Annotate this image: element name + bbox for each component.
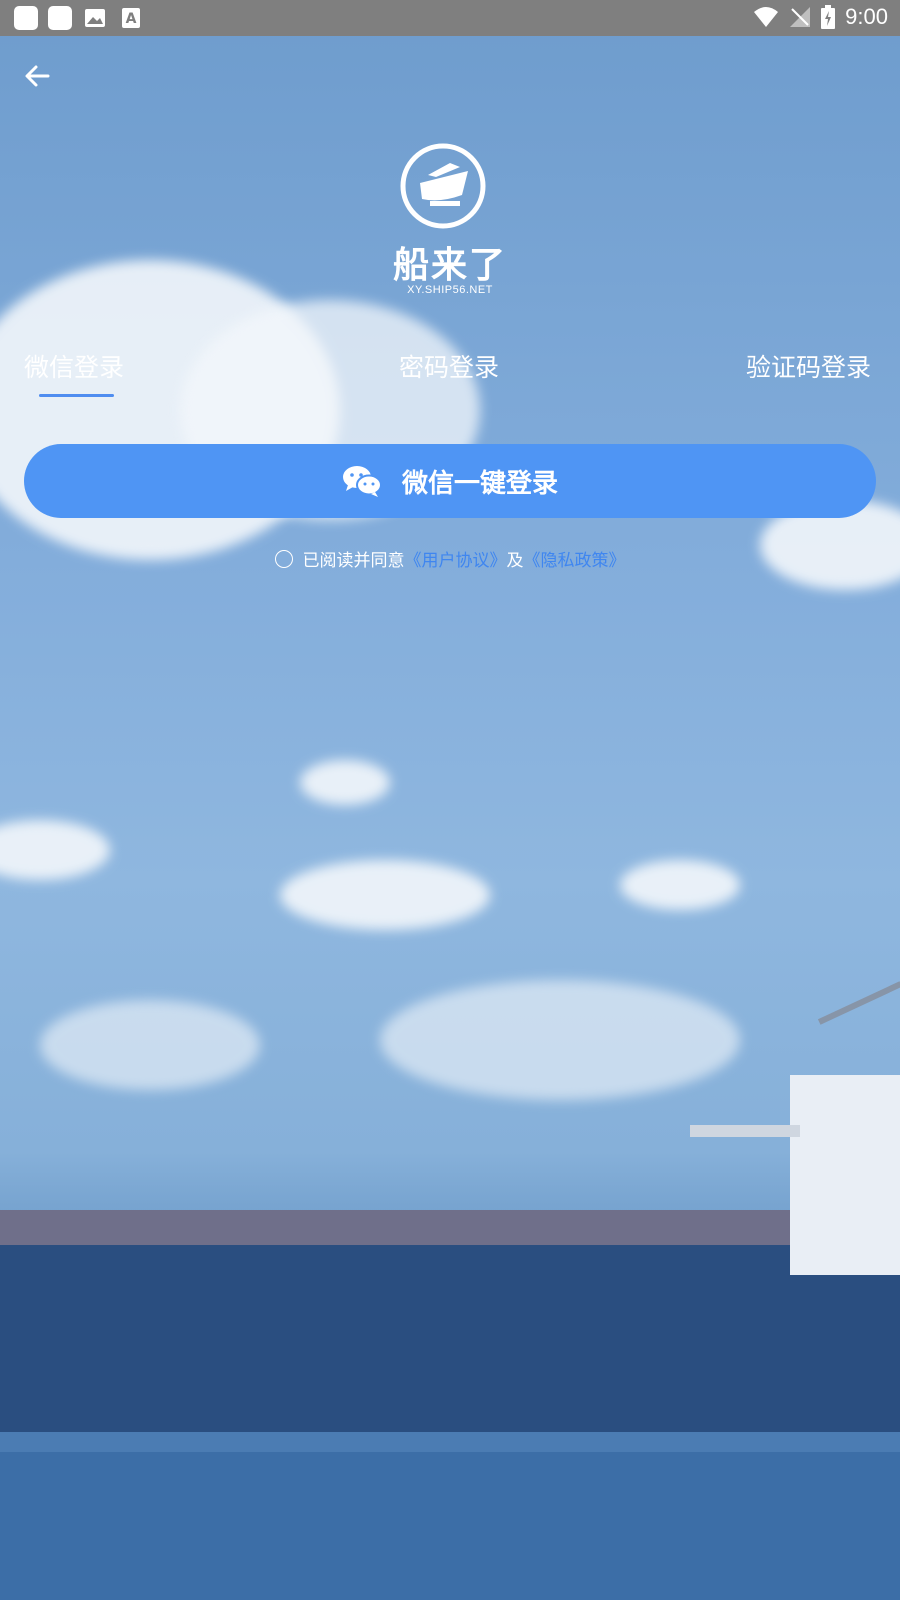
logo-ship-icon: [400, 143, 486, 229]
wechat-login-button[interactable]: 微信一键登录: [24, 444, 876, 518]
ship-deck: [0, 1210, 880, 1250]
image-icon: [82, 6, 108, 30]
tab-password-login[interactable]: 密码登录: [399, 348, 499, 384]
brand-site: XY.SHIP56.NET: [407, 284, 493, 296]
login-screen: A 9:00 船来了 XY.SHIP56.NET 微信登录 密码登录 验证码登录: [0, 0, 900, 1600]
ship-hull: [0, 1245, 900, 1435]
agreement-row: 已阅读并同意 《用户协议》 及 《隐私政策》: [0, 546, 900, 571]
notification-icons: A: [14, 6, 144, 30]
agreement-radio[interactable]: [274, 549, 293, 568]
background-cloud: [40, 1000, 260, 1090]
sea: [0, 1432, 900, 1600]
tab-code-login[interactable]: 验证码登录: [746, 348, 871, 384]
signal-icon: [790, 7, 811, 27]
battery-icon: [821, 5, 836, 29]
ship-crane: [817, 981, 900, 1025]
ship-bridge: [690, 1075, 900, 1275]
clock: 9:00: [845, 4, 888, 29]
agreement-prefix: 已阅读并同意: [302, 551, 405, 571]
notification-icon: [14, 6, 38, 30]
wechat-icon: [342, 466, 382, 497]
back-arrow-icon: [25, 65, 50, 87]
privacy-policy-link[interactable]: 《隐私政策》: [524, 546, 626, 571]
wechat-login-label: 微信一键登录: [401, 468, 558, 499]
system-icons: 9:00: [753, 4, 888, 30]
back-button[interactable]: [20, 58, 56, 94]
tab-wechat-login[interactable]: 微信登录: [24, 348, 124, 384]
agreement-and: 及: [506, 551, 524, 571]
status-bar: A 9:00: [0, 0, 900, 36]
wifi-icon: [754, 7, 779, 27]
svg-text:A: A: [126, 11, 137, 27]
background-cloud: [280, 860, 490, 930]
background-cloud: [380, 980, 740, 1100]
brand-name: 船来了: [392, 245, 507, 286]
background-cloud: [300, 760, 390, 805]
active-tab-indicator: [39, 394, 114, 397]
user-agreement-link[interactable]: 《用户协议》: [405, 546, 507, 571]
background-cloud: [620, 860, 740, 910]
notification-icon: [48, 6, 72, 30]
background-cloud: [0, 820, 110, 880]
text-icon: A: [118, 6, 144, 30]
